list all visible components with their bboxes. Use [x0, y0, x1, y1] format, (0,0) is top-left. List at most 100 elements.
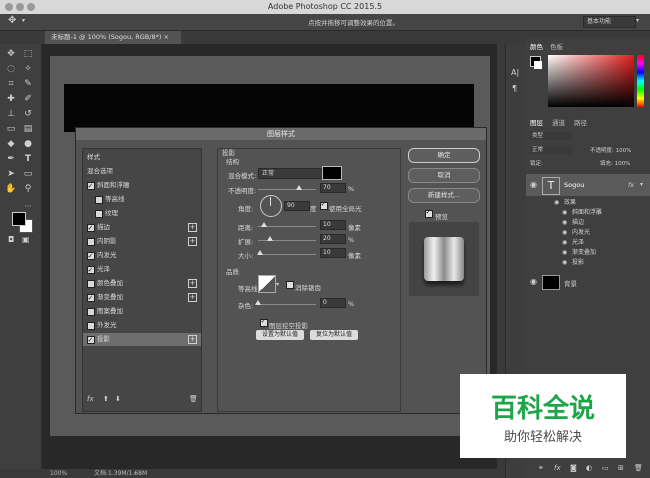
add-effect-icon[interactable]: +: [188, 223, 197, 232]
move-up-icon[interactable]: ⬆: [103, 395, 109, 403]
style-checkbox[interactable]: [95, 196, 103, 204]
opacity-slider[interactable]: [258, 189, 316, 190]
chevron-down-icon[interactable]: ▾: [640, 181, 643, 188]
dodge-tool-icon[interactable]: ●: [22, 138, 34, 150]
type-tool-icon[interactable]: T: [22, 153, 34, 165]
layer-effect-row[interactable]: ◉ 描边: [526, 218, 650, 227]
layer-blend-mode-select[interactable]: 正常: [530, 146, 572, 154]
visibility-eye-icon[interactable]: ◉: [530, 277, 537, 286]
ok-button[interactable]: 确定: [408, 148, 480, 163]
styles-header[interactable]: 样式: [83, 151, 201, 164]
chevron-down-icon[interactable]: ▾: [276, 281, 279, 288]
antialias-checkbox[interactable]: [286, 281, 294, 289]
set-default-button[interactable]: 设置为默认值: [256, 330, 304, 340]
reset-default-button[interactable]: 复位为默认值: [310, 330, 358, 340]
new-style-button[interactable]: 新建样式...: [408, 188, 480, 203]
layer-effect-row[interactable]: ◉ 内发光: [526, 228, 650, 237]
style-checkbox[interactable]: [87, 280, 95, 288]
fx-icon[interactable]: fx: [554, 464, 561, 472]
visibility-eye-icon[interactable]: ◉: [562, 248, 567, 257]
new-layer-icon[interactable]: ⊞: [618, 464, 624, 472]
chevron-down-icon[interactable]: ▾: [636, 17, 639, 24]
maximize-window-button[interactable]: [27, 3, 35, 11]
style-checkbox[interactable]: [87, 222, 95, 235]
style-item[interactable]: 描边 +: [83, 221, 201, 235]
style-item[interactable]: 渐变叠加 +: [83, 291, 201, 305]
tab-swatches[interactable]: 色板: [550, 41, 563, 51]
style-item[interactable]: 颜色叠加 +: [83, 277, 201, 290]
move-tool-icon[interactable]: ✥: [5, 48, 17, 60]
style-checkbox[interactable]: [87, 238, 95, 246]
noise-input[interactable]: 0: [320, 298, 346, 308]
layer-name[interactable]: 背景: [564, 278, 577, 288]
document-tab[interactable]: 未标题-1 @ 100% (Sogou, RGB/8*) ×: [45, 31, 181, 44]
eraser-icon[interactable]: ▭: [5, 123, 17, 135]
visibility-eye-icon[interactable]: ◉: [562, 218, 567, 227]
tab-color[interactable]: 颜色: [530, 41, 543, 51]
adjustment-layer-icon[interactable]: ◐: [586, 464, 592, 472]
global-light-checkbox[interactable]: ✓: [320, 200, 328, 210]
hand-tool-icon[interactable]: ✋: [5, 183, 17, 195]
layer-name[interactable]: Sogou: [564, 181, 584, 189]
style-checkbox[interactable]: [87, 180, 95, 193]
style-checkbox[interactable]: [87, 292, 95, 305]
background-color-swatch[interactable]: [534, 61, 542, 69]
lasso-tool-icon[interactable]: ◌: [5, 63, 17, 75]
style-item[interactable]: 纹理: [83, 207, 201, 220]
preview-checkbox[interactable]: ✓: [425, 208, 433, 218]
color-picker-field[interactable]: [548, 55, 634, 107]
move-tool-icon[interactable]: ✥: [8, 15, 16, 26]
style-checkbox[interactable]: [95, 210, 103, 218]
delete-effect-icon[interactable]: 🗑: [189, 395, 198, 403]
workspace-select[interactable]: 基本功能: [583, 16, 636, 28]
blur-tool-icon[interactable]: ◆: [5, 138, 17, 150]
distance-input[interactable]: 10: [320, 220, 346, 230]
background-layer-row[interactable]: ◉ 背景: [526, 274, 650, 290]
screen-mode-icon[interactable]: ▣: [22, 235, 30, 244]
minimize-window-button[interactable]: [16, 3, 24, 11]
spread-input[interactable]: 20: [320, 234, 346, 244]
add-effect-icon[interactable]: +: [188, 335, 197, 344]
tab-paths[interactable]: 路径: [574, 117, 587, 127]
fx-icon[interactable]: fx: [628, 181, 634, 189]
layer-filter-select[interactable]: 类型: [530, 132, 572, 140]
magic-wand-icon[interactable]: ✧: [22, 63, 34, 75]
tab-channels[interactable]: 通道: [552, 117, 565, 127]
noise-slider[interactable]: [258, 304, 316, 305]
style-item[interactable]: 斜面和浮雕: [83, 179, 201, 193]
paragraph-panel-icon[interactable]: ¶: [512, 84, 517, 93]
opacity-slider-thumb[interactable]: [295, 185, 302, 190]
visibility-eye-icon[interactable]: ◉: [554, 198, 559, 207]
layer-opacity[interactable]: 不透明度: 100%: [590, 146, 631, 154]
add-effect-icon[interactable]: +: [188, 293, 197, 302]
quick-mask-icon[interactable]: ◘: [8, 235, 14, 244]
style-item[interactable]: 光泽: [83, 263, 201, 277]
style-item[interactable]: 等高线: [83, 193, 201, 206]
layer-fill[interactable]: 填充: 100%: [600, 159, 630, 167]
brush-tool-icon[interactable]: ✐: [22, 93, 34, 105]
eyedropper-icon[interactable]: ✎: [22, 78, 34, 90]
spread-slider-thumb[interactable]: [266, 236, 273, 241]
foreground-color-swatch[interactable]: [12, 212, 26, 226]
zoom-level[interactable]: 100%: [50, 469, 67, 478]
history-brush-icon[interactable]: ↺: [22, 108, 34, 120]
add-mask-icon[interactable]: ◙: [570, 464, 577, 472]
layer-effect-row[interactable]: ◉ 斜面和浮雕: [526, 208, 650, 217]
size-slider[interactable]: [258, 254, 316, 255]
add-effect-icon[interactable]: +: [188, 279, 197, 288]
history-panel-icon[interactable]: A|: [511, 68, 519, 77]
move-down-icon[interactable]: ⬇: [115, 395, 121, 403]
healing-brush-icon[interactable]: ✚: [5, 93, 17, 105]
text-layer-row[interactable]: ◉ T Sogou fx ▾: [526, 174, 650, 196]
noise-slider-thumb[interactable]: [255, 300, 261, 305]
cancel-button[interactable]: 取消: [408, 168, 480, 183]
blend-options-item[interactable]: 混合选项: [83, 165, 201, 178]
style-item[interactable]: 内阴影 +: [83, 235, 201, 248]
layer-effect-row[interactable]: ◉ 光泽: [526, 238, 650, 247]
layer-effect-row[interactable]: ◉ 投影: [526, 258, 650, 267]
visibility-eye-icon[interactable]: ◉: [562, 258, 567, 267]
style-checkbox[interactable]: [87, 308, 95, 316]
layer-effect-row[interactable]: ◉ 渐变叠加: [526, 248, 650, 257]
new-group-icon[interactable]: ▭: [602, 464, 609, 472]
style-item[interactable]: 内发光: [83, 249, 201, 263]
